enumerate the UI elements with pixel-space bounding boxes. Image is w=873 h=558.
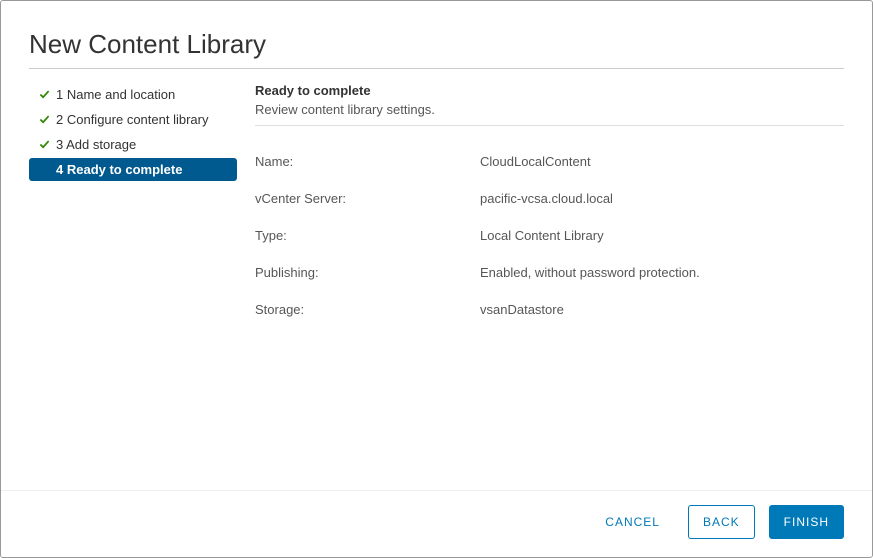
step-ready-to-complete[interactable]: 4 Ready to complete [29,158,237,181]
summary-value: Local Content Library [480,228,844,243]
summary-value: CloudLocalContent [480,154,844,169]
section-title: Ready to complete [255,83,844,98]
summary-row: vCenter Server: pacific-vcsa.cloud.local [255,191,844,206]
section-divider [255,125,844,126]
summary-value: vsanDatastore [480,302,844,317]
check-icon [39,139,50,150]
section-subtitle: Review content library settings. [255,102,844,117]
finish-button[interactable]: FINISH [769,505,844,539]
summary-value: pacific-vcsa.cloud.local [480,191,844,206]
back-button[interactable]: BACK [688,505,755,539]
summary-label: Publishing: [255,265,480,280]
step-label: 3 Add storage [56,137,136,152]
step-add-storage[interactable]: 3 Add storage [29,133,237,156]
summary-label: Name: [255,154,480,169]
summary-label: Type: [255,228,480,243]
step-label: 4 Ready to complete [56,162,182,177]
step-label: 1 Name and location [56,87,175,102]
divider [29,68,844,69]
summary-row: Name: CloudLocalContent [255,154,844,169]
summary-row: Storage: vsanDatastore [255,302,844,317]
check-icon [39,114,50,125]
new-content-library-modal: New Content Library 1 Name and location … [0,0,873,558]
step-name-and-location[interactable]: 1 Name and location [29,83,237,106]
summary-label: vCenter Server: [255,191,480,206]
summary-label: Storage: [255,302,480,317]
step-configure-content-library[interactable]: 2 Configure content library [29,108,237,131]
summary-row: Type: Local Content Library [255,228,844,243]
check-icon [39,89,50,100]
wizard-content: Ready to complete Review content library… [237,83,844,339]
cancel-button[interactable]: CANCEL [591,505,674,539]
summary-value: Enabled, without password protection. [480,265,844,280]
wizard-steps: 1 Name and location 2 Configure content … [29,83,237,339]
summary-row: Publishing: Enabled, without password pr… [255,265,844,280]
modal-title: New Content Library [29,29,844,60]
wizard-footer: CANCEL BACK FINISH [1,490,872,557]
step-label: 2 Configure content library [56,112,208,127]
